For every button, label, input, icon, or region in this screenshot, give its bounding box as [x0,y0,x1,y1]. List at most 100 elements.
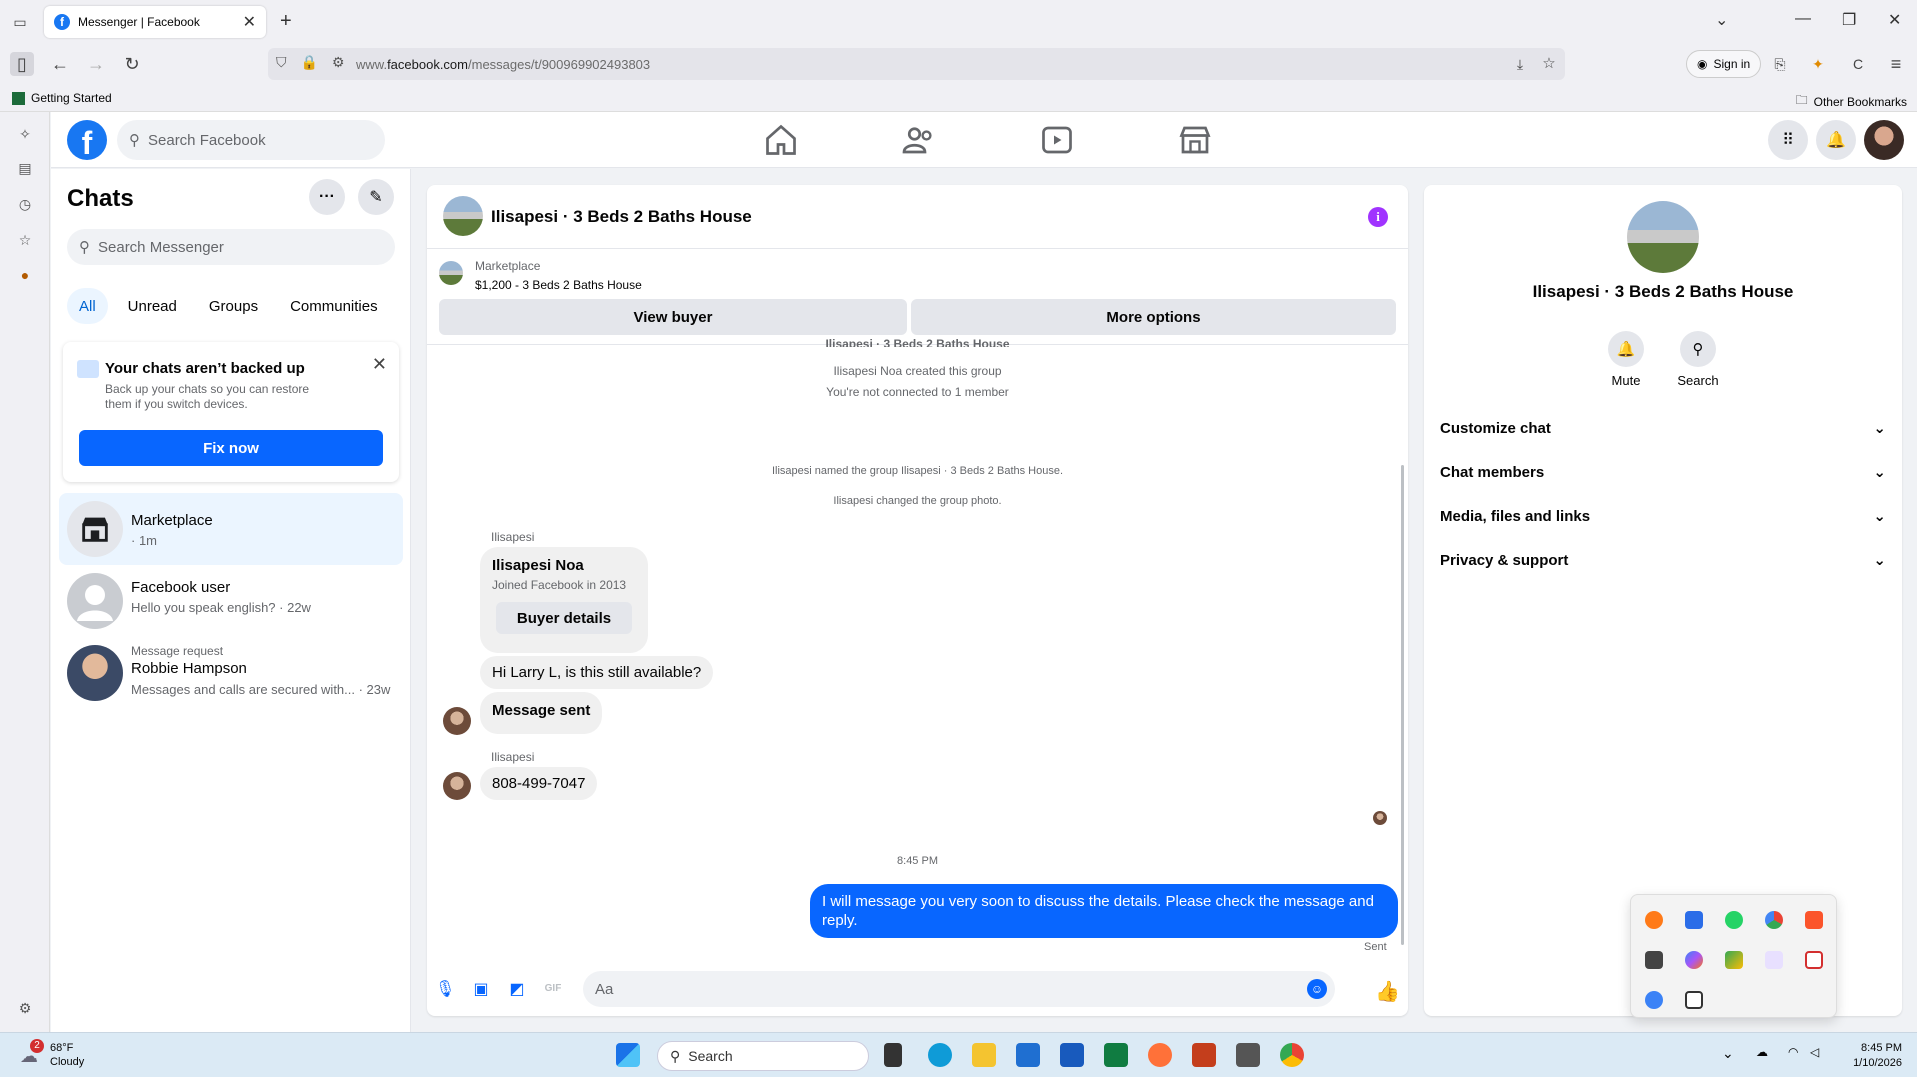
sidebar-toggle-icon[interactable]: ▯ [10,52,34,76]
other-bookmarks[interactable]: 🗀 Other Bookmarks [1796,91,1907,112]
chat-options-button[interactable]: ··· [309,179,345,215]
menu-grid-icon[interactable]: ⠿ [1768,120,1808,160]
profile-avatar[interactable] [1864,120,1904,160]
filter-groups[interactable]: Groups [197,288,270,324]
sender-avatar[interactable] [443,772,471,800]
brave-icon[interactable] [1805,911,1823,929]
new-tab-icon[interactable]: + [280,10,292,33]
group-photo-large[interactable] [1627,201,1699,273]
copilot-icon[interactable] [1685,951,1703,969]
url-bar[interactable]: www. facebook.com/messages/t/900969902493… [268,48,1565,80]
reload-icon[interactable]: ↻ [120,52,144,76]
view-buyer-button[interactable]: View buyer [439,299,907,335]
minimize-icon[interactable]: — [1795,10,1811,28]
wifi-icon[interactable]: ◠ [1788,1045,1798,1059]
marketplace-icon[interactable] [1177,122,1213,158]
facebook-logo[interactable]: f [67,120,107,161]
whatsapp-icon[interactable] [1725,911,1743,929]
chrome-icon[interactable] [1280,1043,1304,1067]
chat-item-marketplace[interactable]: Marketplace · 1m [59,493,403,565]
store-icon[interactable] [1016,1043,1040,1067]
close-window-icon[interactable]: ✕ [1888,10,1901,30]
list-all-tabs-icon[interactable]: ⌄ [1715,10,1728,30]
gif-icon[interactable]: GIF [543,979,563,999]
conversation-title[interactable]: Ilisapesi · 3 Beds 2 Baths House [491,207,752,227]
menu-icon[interactable]: ≡ [1884,52,1908,76]
more-options-button[interactable]: More options [911,299,1396,335]
onedrive-icon[interactable]: ☁ [1756,1045,1768,1059]
message-input[interactable]: Aa ☺ [583,971,1335,1007]
filter-all[interactable]: All [67,288,108,324]
word-icon[interactable] [1060,1043,1084,1067]
listing-price-title[interactable]: $1,200 - 3 Beds 2 Baths House [475,278,642,292]
extension-icon[interactable]: ✦ [1806,52,1830,76]
powerpoint-icon[interactable] [1192,1043,1216,1067]
excel-icon[interactable] [1104,1043,1128,1067]
like-thumb-icon[interactable]: 👍 [1375,979,1400,1003]
tray-app-icon[interactable] [1236,1043,1260,1067]
tab-list-icon[interactable]: ▭ [8,10,32,34]
synced-tabs-icon[interactable]: ▤ [15,160,35,180]
notifications-bell-icon[interactable]: 🔔 [1816,120,1856,160]
search-in-chat-button[interactable]: ⚲ Search [1668,331,1728,388]
security-icon[interactable] [1645,991,1663,1009]
emoji-icon[interactable]: ☺ [1307,979,1327,999]
group-photo[interactable] [443,196,483,236]
file-explorer-icon[interactable] [972,1043,996,1067]
tray-app-icon[interactable] [1645,911,1663,929]
sign-in-button[interactable]: ◉ Sign in [1686,50,1762,78]
sticker-icon[interactable]: ◩ [507,979,527,999]
filter-communities[interactable]: Communities [278,288,390,324]
buyer-details-button[interactable]: Buyer details [496,602,632,634]
bookmarks-icon[interactable]: ☆ [15,232,35,252]
conversation-scrollbar[interactable] [1401,465,1404,945]
filter-unread[interactable]: Unread [116,288,189,324]
extensions-icon[interactable]: ⎘ [1768,52,1792,76]
chat-item-facebook-user[interactable]: Facebook user Hello you speak english? ·… [59,565,403,637]
microphone-icon[interactable]: 🎙 [435,979,455,999]
facebook-search-input[interactable]: ⚲ Search Facebook [117,120,385,160]
section-media-files-links[interactable]: Media, files and links ⌄ [1440,498,1886,534]
browser-tab-messenger[interactable]: f Messenger | Facebook ✕ [44,6,266,38]
history-icon[interactable]: ◷ [15,196,35,216]
fix-now-button[interactable]: Fix now [79,430,383,466]
bookmark-star-icon[interactable]: ☆ [1537,52,1561,76]
info-icon[interactable]: i [1368,207,1388,227]
windows-start-icon[interactable] [616,1043,640,1067]
tray-expand-chevron-icon[interactable]: ⌄ [1722,1045,1734,1062]
cookie-icon[interactable]: ● [15,267,35,287]
back-icon[interactable]: ← [48,52,72,76]
pen-icon[interactable] [1765,951,1783,969]
tray-info-icon[interactable] [1685,911,1703,929]
tray-color-icon[interactable] [1725,951,1743,969]
section-customize-chat[interactable]: Customize chat ⌄ [1440,410,1886,446]
ccleaner-icon[interactable]: C [1846,52,1870,76]
chat-item-robbie-hampson[interactable]: Message request Robbie Hampson Messages … [59,637,403,709]
sender-avatar[interactable] [443,707,471,735]
friends-icon[interactable] [901,122,937,158]
usb-icon[interactable] [1685,991,1703,1009]
taskbar-search[interactable]: ⚲ Search [657,1041,869,1071]
tray-tool-icon[interactable] [1645,951,1663,969]
photo-icon[interactable]: ▣ [471,979,491,999]
restore-icon[interactable]: ❐ [1842,10,1856,30]
firefox-icon[interactable] [1148,1043,1172,1067]
taskbar-clock[interactable]: 8:45 PM 1/10/2026 [1836,1041,1902,1071]
section-privacy-support[interactable]: Privacy & support ⌄ [1440,542,1886,578]
url-security-icons[interactable]: ⛉🔒⚙ [276,54,358,71]
save-page-icon[interactable]: ⤓ [1508,52,1532,76]
weather-widget[interactable]: 2 ☁ 68°F Cloudy [20,1039,84,1069]
ai-sparkle-icon[interactable]: ✧ [15,126,35,146]
acrobat-icon[interactable] [1805,951,1823,969]
mute-button[interactable]: 🔔 Mute [1596,331,1656,388]
section-chat-members[interactable]: Chat members ⌄ [1440,454,1886,490]
forward-icon[interactable]: → [84,52,108,76]
close-icon[interactable]: ✕ [372,354,387,375]
bookmark-getting-started[interactable]: Getting Started [12,91,112,105]
home-icon[interactable] [763,122,799,158]
sidebar-settings-icon[interactable]: ⚙ [15,1000,35,1020]
new-message-button[interactable]: ✎ [358,179,394,215]
close-tab-icon[interactable]: ✕ [243,12,256,32]
video-icon[interactable] [1039,122,1075,158]
task-view-icon[interactable] [884,1043,902,1067]
